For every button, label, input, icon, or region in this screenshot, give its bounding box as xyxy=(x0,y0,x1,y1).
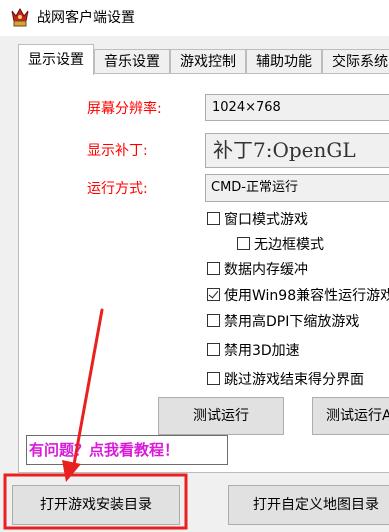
title-bar: 战网客户端设置 xyxy=(0,0,389,36)
skip-score-screen-checkbox[interactable] xyxy=(207,372,220,385)
tab-game-control[interactable]: 游戏控制 xyxy=(170,49,246,74)
disable-3d-checkbox[interactable] xyxy=(207,343,220,356)
win98-compat-checkbox[interactable] xyxy=(207,288,220,301)
resolution-label: 屏幕分辨率: xyxy=(87,101,162,117)
tab-music-settings[interactable]: 音乐设置 xyxy=(94,49,170,74)
tab-social-system[interactable]: 交际系统 xyxy=(322,49,389,74)
tab-assist-functions[interactable]: 辅助功能 xyxy=(246,49,322,74)
run-mode-label: 运行方式: xyxy=(87,181,148,197)
resolution-value: 1024×768 xyxy=(212,100,281,115)
window-mode-label: 窗口模式游戏 xyxy=(224,212,308,228)
patch-label: 显示补丁: xyxy=(87,143,148,159)
run-mode-value: CMD-正常运行 xyxy=(211,180,298,195)
settings-window: 战网客户端设置 显示设置 音乐设置 游戏控制 辅助功能 交际系统 屏幕分辨率: … xyxy=(0,0,389,532)
skip-score-screen-label: 跳过游戏结束得分界面 xyxy=(224,372,364,388)
help-tutorial-link[interactable]: 有问题？点我看教程！ xyxy=(26,435,228,465)
app-icon xyxy=(11,7,29,27)
memory-buffer-checkbox[interactable] xyxy=(207,262,220,275)
borderless-checkbox[interactable] xyxy=(237,237,250,250)
test-run-button[interactable]: 测试运行 xyxy=(158,397,284,435)
tab-strip: 显示设置 音乐设置 游戏控制 辅助功能 交际系统 xyxy=(18,44,389,75)
borderless-label: 无边框模式 xyxy=(254,237,324,253)
patch-select[interactable]: 补丁7:OpenGL xyxy=(205,133,389,168)
disable-dpi-scaling-checkbox[interactable] xyxy=(207,314,220,327)
resolution-select[interactable]: 1024×768 xyxy=(205,94,389,121)
memory-buffer-label: 数据内存缓冲 xyxy=(224,262,308,278)
open-custom-map-dir-button[interactable]: 打开自定义地图目录 xyxy=(228,485,389,525)
window-mode-checkbox[interactable] xyxy=(207,212,220,225)
open-install-dir-button[interactable]: 打开游戏安装目录 xyxy=(12,485,180,525)
run-mode-select[interactable]: CMD-正常运行 xyxy=(205,174,389,202)
win98-compat-label: 使用Win98兼容性运行游戏 xyxy=(224,288,389,304)
disable-dpi-scaling-label: 禁用高DPI下缩放游戏 xyxy=(224,314,360,330)
tab-display-settings[interactable]: 显示设置 xyxy=(18,44,94,75)
patch-value: 补丁7:OpenGL xyxy=(213,138,356,162)
disable-3d-label: 禁用3D加速 xyxy=(224,343,300,359)
test-run-2-button[interactable]: 测试运行A xyxy=(312,397,389,435)
window-title: 战网客户端设置 xyxy=(37,10,135,26)
